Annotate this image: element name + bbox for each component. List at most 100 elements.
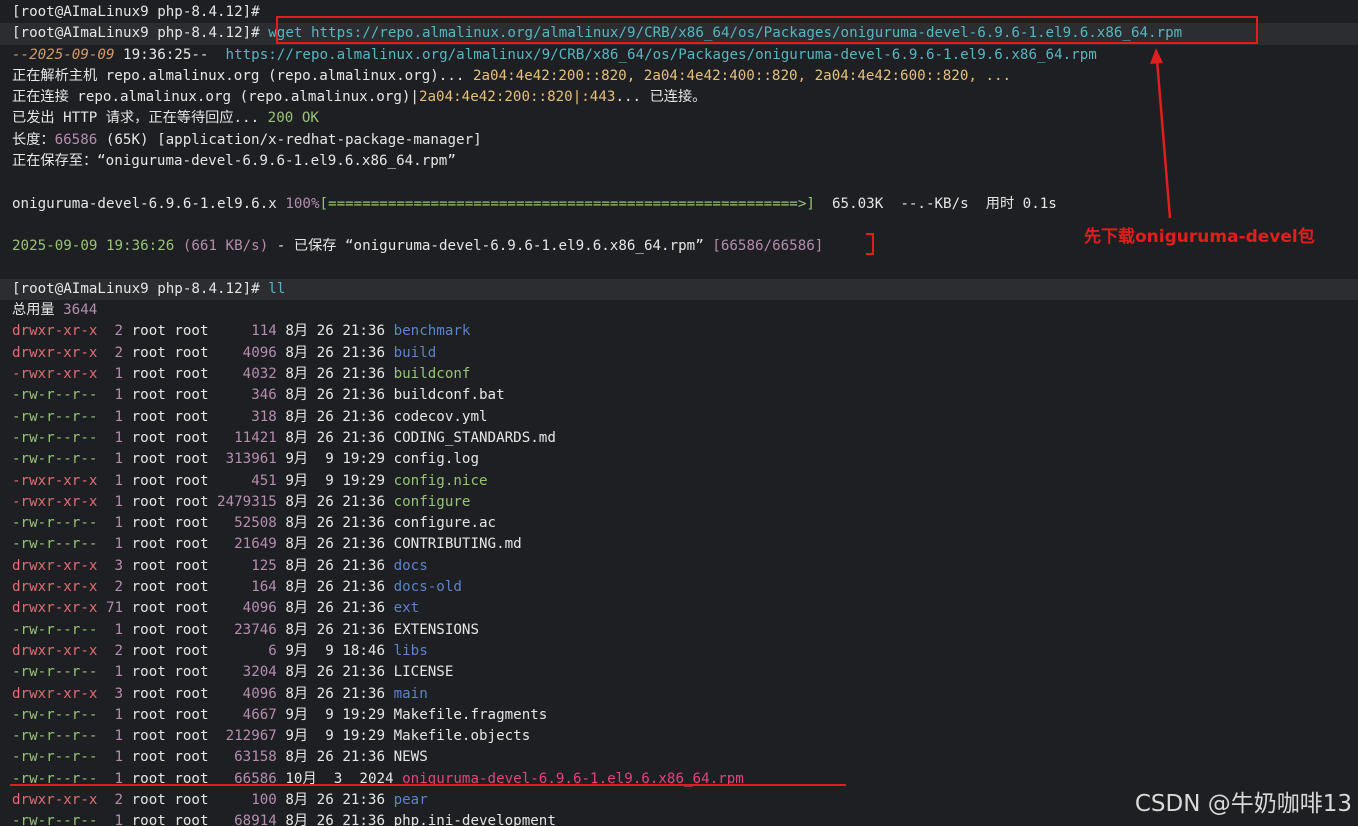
file-size: 125 [217, 557, 277, 574]
file-day: 26 [316, 579, 334, 596]
file-name: buildconf [393, 366, 471, 383]
file-group: root [174, 557, 209, 574]
done-count: [66586/66586] [712, 238, 824, 255]
file-links: 1 [105, 706, 124, 723]
file-owner: root [131, 642, 166, 659]
file-owner: root [131, 429, 166, 446]
file-permissions: -rw-r--r-- [12, 621, 98, 638]
file-day: 26 [316, 493, 334, 510]
progress-bar: [=======================================… [319, 195, 815, 212]
connect-label: 正在连接 repo.almalinux.org (repo.almalinux.… [12, 89, 419, 106]
file-time: 21:36 [342, 791, 386, 808]
file-day: 26 [316, 366, 334, 383]
file-time: 21:36 [342, 387, 386, 404]
list-item: -rwxr-xr-x 1 root root 451 9月 9 19:29 co… [12, 471, 1358, 492]
done-rate: (661 KB/s) [182, 238, 269, 255]
file-day: 26 [316, 408, 334, 425]
wget-start-line: --2025-09-09 19:36:25-- https://repo.alm… [12, 45, 1358, 66]
wget-start-date: --2025-09-09 [12, 46, 115, 63]
file-group: root [174, 600, 209, 617]
prompt: [root@AImaLinux9 php-8.4.12]# [12, 280, 269, 297]
file-size: 3204 [217, 664, 277, 681]
resolve-ips: 2a04:4e42:200::820, 2a04:4e42:400::820, … [472, 67, 1012, 84]
file-time: 21:36 [342, 664, 386, 681]
file-links: 71 [105, 600, 124, 617]
file-month: 9月 [285, 728, 309, 745]
file-time: 21:36 [342, 557, 386, 574]
file-day: 26 [316, 557, 334, 574]
file-day: 26 [316, 323, 334, 340]
list-item: drwxr-xr-x 2 root root 164 8月 26 21:36 d… [12, 577, 1358, 598]
file-time: 21:36 [342, 429, 386, 446]
file-name: docs-old [393, 579, 462, 596]
file-owner: root [131, 344, 166, 361]
file-permissions: -rw-r--r-- [12, 749, 98, 766]
file-time: 21:36 [342, 600, 386, 617]
progress-rest: 65.03K --.-KB/s 用时 0.1s [814, 195, 1057, 212]
file-links: 2 [105, 791, 124, 808]
file-size: 346 [217, 387, 277, 404]
file-links: 2 [105, 642, 124, 659]
file-size: 4667 [217, 706, 277, 723]
file-permissions: -rw-r--r-- [12, 515, 98, 532]
wget-command[interactable]: wget https://repo.almalinux.org/almalinu… [268, 25, 1182, 41]
file-owner: root [131, 472, 166, 489]
file-permissions: -rw-r--r-- [12, 387, 98, 404]
file-month: 8月 [285, 600, 309, 617]
list-item: -rwxr-xr-x 1 root root 4032 8月 26 21:36 … [12, 364, 1358, 385]
file-month: 8月 [285, 344, 309, 361]
file-owner: root [131, 493, 166, 510]
file-owner: root [131, 451, 166, 468]
file-day: 9 [316, 451, 334, 468]
file-month: 8月 [285, 621, 309, 638]
file-size: 4032 [217, 366, 277, 383]
file-month: 8月 [285, 429, 309, 446]
file-permissions: -rw-r--r-- [12, 451, 98, 468]
file-owner: root [131, 664, 166, 681]
file-links: 2 [105, 323, 124, 340]
list-item: -rw-r--r-- 1 root root 23746 8月 26 21:36… [12, 620, 1358, 641]
length-line: 长度：66586 (65K) [application/x-redhat-pac… [12, 130, 1358, 151]
file-day: 9 [316, 728, 334, 745]
file-size: 63158 [217, 749, 277, 766]
file-day: 26 [316, 685, 334, 702]
file-size: 21649 [217, 536, 277, 553]
file-time: 18:46 [342, 642, 386, 659]
file-group: root [174, 728, 209, 745]
file-size: 11421 [217, 429, 277, 446]
file-size: 23746 [217, 621, 277, 638]
file-time: 21:36 [342, 408, 386, 425]
file-day: 26 [316, 813, 334, 826]
file-group: root [174, 749, 209, 766]
file-size: 100 [217, 791, 277, 808]
ll-command-line: [root@AImaLinux9 php-8.4.12]# ll [0, 278, 1358, 301]
file-time: 21:36 [342, 685, 386, 702]
http-line: 已发出 HTTP 请求，正在等待回应... 200 OK [12, 108, 1358, 129]
http-status: 200 OK [267, 110, 319, 127]
file-size: 6 [217, 642, 277, 659]
list-item: drwxr-xr-x 2 root root 114 8月 26 21:36 b… [12, 321, 1358, 342]
file-links: 2 [105, 344, 124, 361]
file-permissions: drwxr-xr-x [12, 323, 98, 340]
file-time: 21:36 [342, 344, 386, 361]
file-group: root [174, 813, 209, 826]
file-permissions: -rwxr-xr-x [12, 366, 98, 383]
file-links: 1 [105, 366, 124, 383]
file-owner: root [131, 387, 166, 404]
file-owner: root [131, 323, 166, 340]
file-size: 52508 [217, 515, 277, 532]
file-month: 8月 [285, 791, 309, 808]
file-month: 8月 [285, 579, 309, 596]
terminal-window[interactable]: [root@AImaLinux9 php-8.4.12]# [root@AIma… [0, 0, 1358, 826]
ll-command[interactable]: ll [268, 281, 285, 297]
file-group: root [174, 579, 209, 596]
file-links: 1 [105, 813, 124, 826]
file-links: 1 [105, 408, 124, 425]
resolve-line: 正在解析主机 repo.almalinux.org (repo.almalinu… [12, 66, 1358, 87]
file-month: 8月 [285, 387, 309, 404]
http-label: 已发出 HTTP 请求，正在等待回应... [12, 110, 268, 127]
file-group: root [174, 451, 209, 468]
file-links: 2 [105, 579, 124, 596]
file-list: drwxr-xr-x 2 root root 114 8月 26 21:36 b… [12, 321, 1358, 826]
